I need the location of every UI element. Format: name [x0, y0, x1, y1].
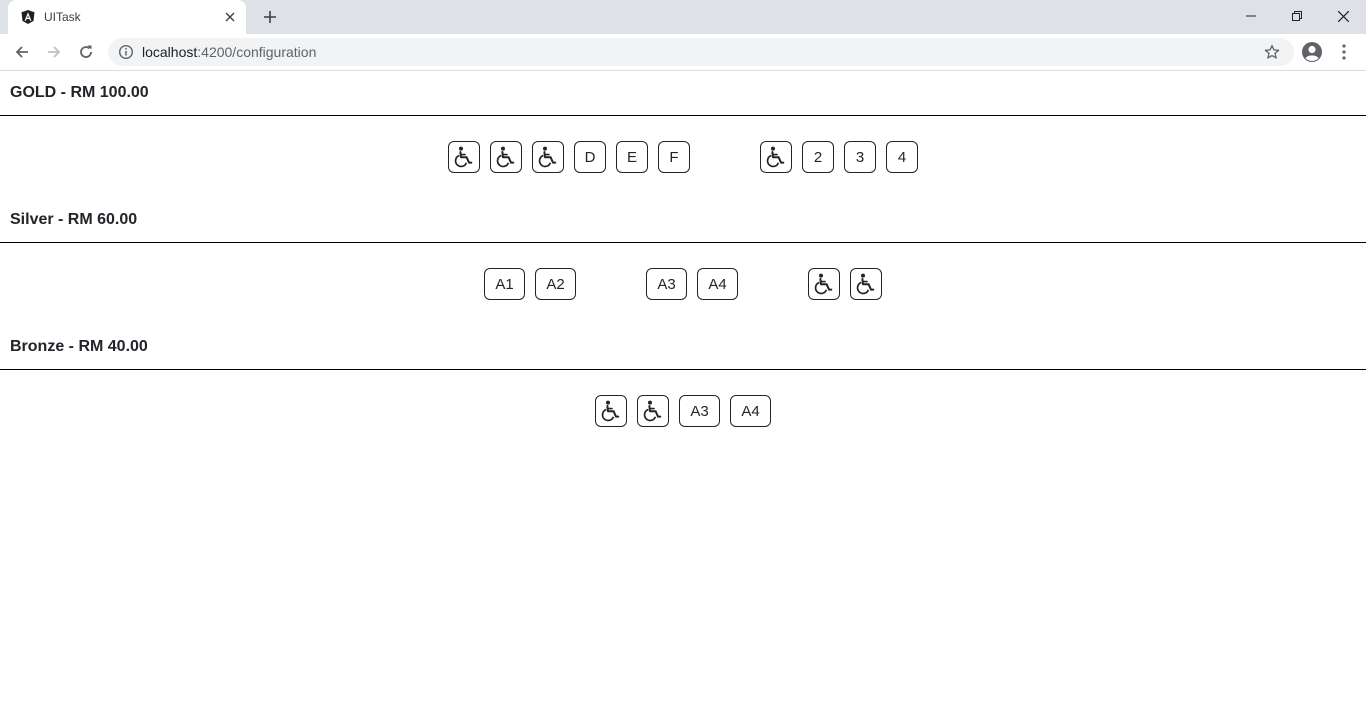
minimize-icon[interactable]	[1228, 0, 1274, 32]
seat-button[interactable]: 4	[886, 141, 918, 173]
seat-section: GOLD - RM 100.00 D E F 2 3 4	[0, 71, 1366, 198]
seat-section: Silver - RM 60.00 A1 A2 A3 A4	[0, 198, 1366, 325]
wheelchair-seat-button[interactable]	[760, 141, 792, 173]
wheelchair-seat-button[interactable]	[532, 141, 564, 173]
wheelchair-seat-button[interactable]	[595, 395, 627, 427]
seat-section: Bronze - RM 40.00 A3 A4	[0, 325, 1366, 452]
address-bar[interactable]: localhost:4200/configuration	[108, 38, 1294, 66]
angular-logo-icon	[20, 9, 36, 25]
new-tab-icon[interactable]	[258, 5, 282, 29]
wheelchair-icon	[764, 145, 788, 169]
wheelchair-icon	[641, 399, 665, 423]
section-divider	[0, 369, 1366, 370]
wheelchair-seat-button[interactable]	[808, 268, 840, 300]
wheelchair-icon	[452, 145, 476, 169]
seat-button[interactable]: E	[616, 141, 648, 173]
profile-avatar-icon[interactable]	[1300, 40, 1324, 64]
seat-button[interactable]: A3	[646, 268, 687, 300]
seat-button[interactable]: F	[658, 141, 690, 173]
browser-tab[interactable]: UITask	[8, 0, 246, 34]
wheelchair-icon	[494, 145, 518, 169]
tab-title: UITask	[44, 10, 81, 24]
bookmark-star-icon[interactable]	[1264, 44, 1280, 60]
wheelchair-icon	[536, 145, 560, 169]
close-tab-icon[interactable]	[222, 9, 238, 25]
seat-button[interactable]: 3	[844, 141, 876, 173]
section-divider	[0, 115, 1366, 116]
seat-button[interactable]: D	[574, 141, 606, 173]
seat-group: A3 A4	[595, 395, 771, 427]
seat-button[interactable]: A3	[679, 395, 720, 427]
tab-strip: UITask	[0, 0, 1366, 34]
wheelchair-icon	[599, 399, 623, 423]
seat-button[interactable]: A4	[730, 395, 771, 427]
seat-button[interactable]: 2	[802, 141, 834, 173]
browser-toolbar: localhost:4200/configuration	[0, 34, 1366, 71]
url-path: :4200/configuration	[197, 44, 317, 60]
back-arrow-icon[interactable]	[8, 38, 36, 66]
seat-button[interactable]: A2	[535, 268, 576, 300]
section-title: Silver - RM 60.00	[10, 211, 138, 228]
seat-row: A1 A2 A3 A4	[0, 268, 1366, 300]
close-window-icon[interactable]	[1320, 0, 1366, 32]
wheelchair-seat-button[interactable]	[850, 268, 882, 300]
seat-button[interactable]: A4	[697, 268, 738, 300]
wheelchair-seat-button[interactable]	[637, 395, 669, 427]
seat-group: A1 A2	[484, 268, 576, 300]
menu-dots-icon[interactable]	[1336, 40, 1352, 64]
seat-row: A3 A4	[0, 395, 1366, 427]
url-text[interactable]: localhost:4200/configuration	[142, 44, 316, 60]
seat-group: A3 A4	[646, 268, 738, 300]
reload-icon[interactable]	[72, 38, 100, 66]
wheelchair-seat-button[interactable]	[448, 141, 480, 173]
info-icon[interactable]	[118, 44, 134, 60]
seat-configuration-page: GOLD - RM 100.00 D E F 2 3 4 Silver - RM 60.00 A…	[0, 71, 1366, 728]
seat-row: DEF 234	[0, 141, 1366, 173]
seat-group	[808, 268, 882, 300]
wheelchair-seat-button[interactable]	[490, 141, 522, 173]
wheelchair-icon	[854, 272, 878, 296]
url-host: localhost	[142, 44, 198, 60]
forward-arrow-icon[interactable]	[40, 38, 68, 66]
seat-button[interactable]: A1	[484, 268, 525, 300]
seat-group: DEF	[448, 141, 690, 173]
section-divider	[0, 242, 1366, 243]
wheelchair-icon	[812, 272, 836, 296]
restore-icon[interactable]	[1274, 0, 1320, 32]
section-title: GOLD - RM 100.00	[10, 84, 149, 101]
seat-group: 234	[760, 141, 918, 173]
section-title: Bronze - RM 40.00	[10, 338, 148, 355]
